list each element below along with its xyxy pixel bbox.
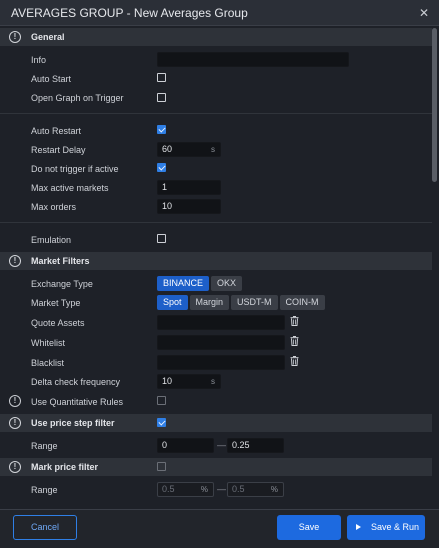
mark-price-range-label: Range [31, 485, 58, 495]
dialog-titlebar: AVERAGES GROUP - New Averages Group ✕ [0, 0, 439, 26]
divider [0, 222, 432, 223]
use-quant-rules-checkbox[interactable] [157, 396, 166, 405]
section-general-label: General [31, 32, 65, 42]
mark-price-to-field[interactable]: 0.5 % [227, 482, 284, 497]
save-run-label: Save & Run [371, 522, 420, 532]
dialog-footer: Cancel Save Save & Run [0, 509, 439, 548]
trash-icon[interactable] [290, 356, 299, 366]
section-price-step[interactable]: ! Use price step filter [0, 414, 432, 432]
auto-start-label: Auto Start [31, 74, 72, 84]
info-icon[interactable]: ! [9, 31, 21, 43]
delta-check-value: 10 [162, 376, 173, 386]
price-step-to-field[interactable]: 0.25 [227, 438, 284, 453]
mark-price-to-unit: % [270, 485, 278, 494]
auto-restart-label: Auto Restart [31, 126, 82, 136]
save-run-button[interactable]: Save & Run [347, 515, 425, 540]
emulation-label: Emulation [31, 235, 72, 245]
section-mark-price[interactable]: ! Mark price filter [0, 458, 432, 476]
no-trigger-checkbox[interactable] [157, 163, 166, 172]
market-option-margin[interactable]: Margin [189, 295, 230, 310]
scrollbar-thumb[interactable] [432, 28, 437, 182]
auto-start-checkbox[interactable] [157, 73, 166, 82]
market-option-usdt-m[interactable]: USDT-M [231, 295, 278, 310]
market-option-coin-m[interactable]: COIN-M [279, 295, 325, 310]
market-type-selector: Spot Margin USDT-M COIN-M [157, 295, 325, 310]
restart-delay-unit: s [211, 145, 215, 154]
max-active-markets-label: Max active markets [31, 183, 109, 193]
market-type-label: Market Type [31, 298, 81, 308]
market-option-spot[interactable]: Spot [157, 295, 188, 310]
section-market-filters[interactable]: ! Market Filters [0, 252, 432, 270]
restart-delay-label: Restart Delay [31, 145, 86, 155]
use-quant-rules-label: Use Quantitative Rules [31, 397, 124, 407]
price-step-from-field[interactable]: 0 [157, 438, 214, 453]
delta-check-label: Delta check frequency [31, 377, 121, 387]
trash-icon[interactable] [290, 336, 299, 346]
open-graph-checkbox[interactable] [157, 93, 166, 102]
delta-check-unit: s [211, 377, 215, 386]
restart-delay-value: 60 [162, 144, 173, 154]
cancel-button[interactable]: Cancel [13, 515, 77, 540]
mark-price-from-field[interactable]: 0.5 % [157, 482, 214, 497]
section-market-filters-label: Market Filters [31, 256, 90, 266]
exchange-option-binance[interactable]: BINANCE [157, 276, 210, 291]
info-label: Info [31, 55, 47, 65]
exchange-type-label: Exchange Type [31, 279, 93, 289]
restart-delay-field[interactable]: 60 s [157, 142, 221, 157]
mark-price-checkbox[interactable] [157, 462, 166, 471]
trash-icon[interactable] [290, 316, 299, 326]
open-graph-label: Open Graph on Trigger [31, 93, 124, 103]
max-orders-label: Max orders [31, 202, 77, 212]
section-price-step-label: Use price step filter [31, 418, 115, 428]
max-orders-field[interactable]: 10 [157, 199, 221, 214]
whitelist-label: Whitelist [31, 338, 66, 348]
quote-assets-label: Quote Assets [31, 318, 85, 328]
section-mark-price-label: Mark price filter [31, 462, 99, 472]
blacklist-field[interactable] [157, 355, 285, 370]
price-step-checkbox[interactable] [157, 418, 166, 427]
info-icon[interactable]: ! [9, 417, 21, 429]
info-icon[interactable]: ! [9, 461, 21, 473]
auto-restart-checkbox[interactable] [157, 125, 166, 134]
mark-price-from-unit: % [200, 485, 208, 494]
range-separator: — [217, 484, 226, 494]
whitelist-field[interactable] [157, 335, 285, 350]
close-icon[interactable]: ✕ [419, 6, 429, 20]
divider [0, 113, 432, 114]
play-icon [356, 524, 361, 530]
mark-price-from-value: 0.5 [162, 484, 175, 494]
blacklist-label: Blacklist [31, 358, 65, 368]
info-icon[interactable]: ! [9, 395, 21, 407]
section-general[interactable]: ! General [0, 28, 432, 46]
info-icon[interactable]: ! [9, 255, 21, 267]
emulation-checkbox[interactable] [157, 234, 166, 243]
info-field[interactable] [157, 52, 349, 67]
range-separator: — [217, 440, 226, 450]
save-button[interactable]: Save [277, 515, 341, 540]
max-active-markets-field[interactable]: 1 [157, 180, 221, 195]
mark-price-to-value: 0.5 [232, 484, 245, 494]
dialog-content[interactable]: ! General Info Auto Start Open Graph on … [0, 27, 439, 509]
delta-check-field[interactable]: 10 s [157, 374, 221, 389]
no-trigger-label: Do not trigger if active [31, 164, 119, 174]
dialog-title: AVERAGES GROUP - New Averages Group [11, 6, 248, 20]
quote-assets-field[interactable] [157, 315, 285, 330]
exchange-type-selector: BINANCE OKX [157, 276, 243, 291]
price-step-range-label: Range [31, 441, 58, 451]
exchange-option-okx[interactable]: OKX [211, 276, 243, 291]
